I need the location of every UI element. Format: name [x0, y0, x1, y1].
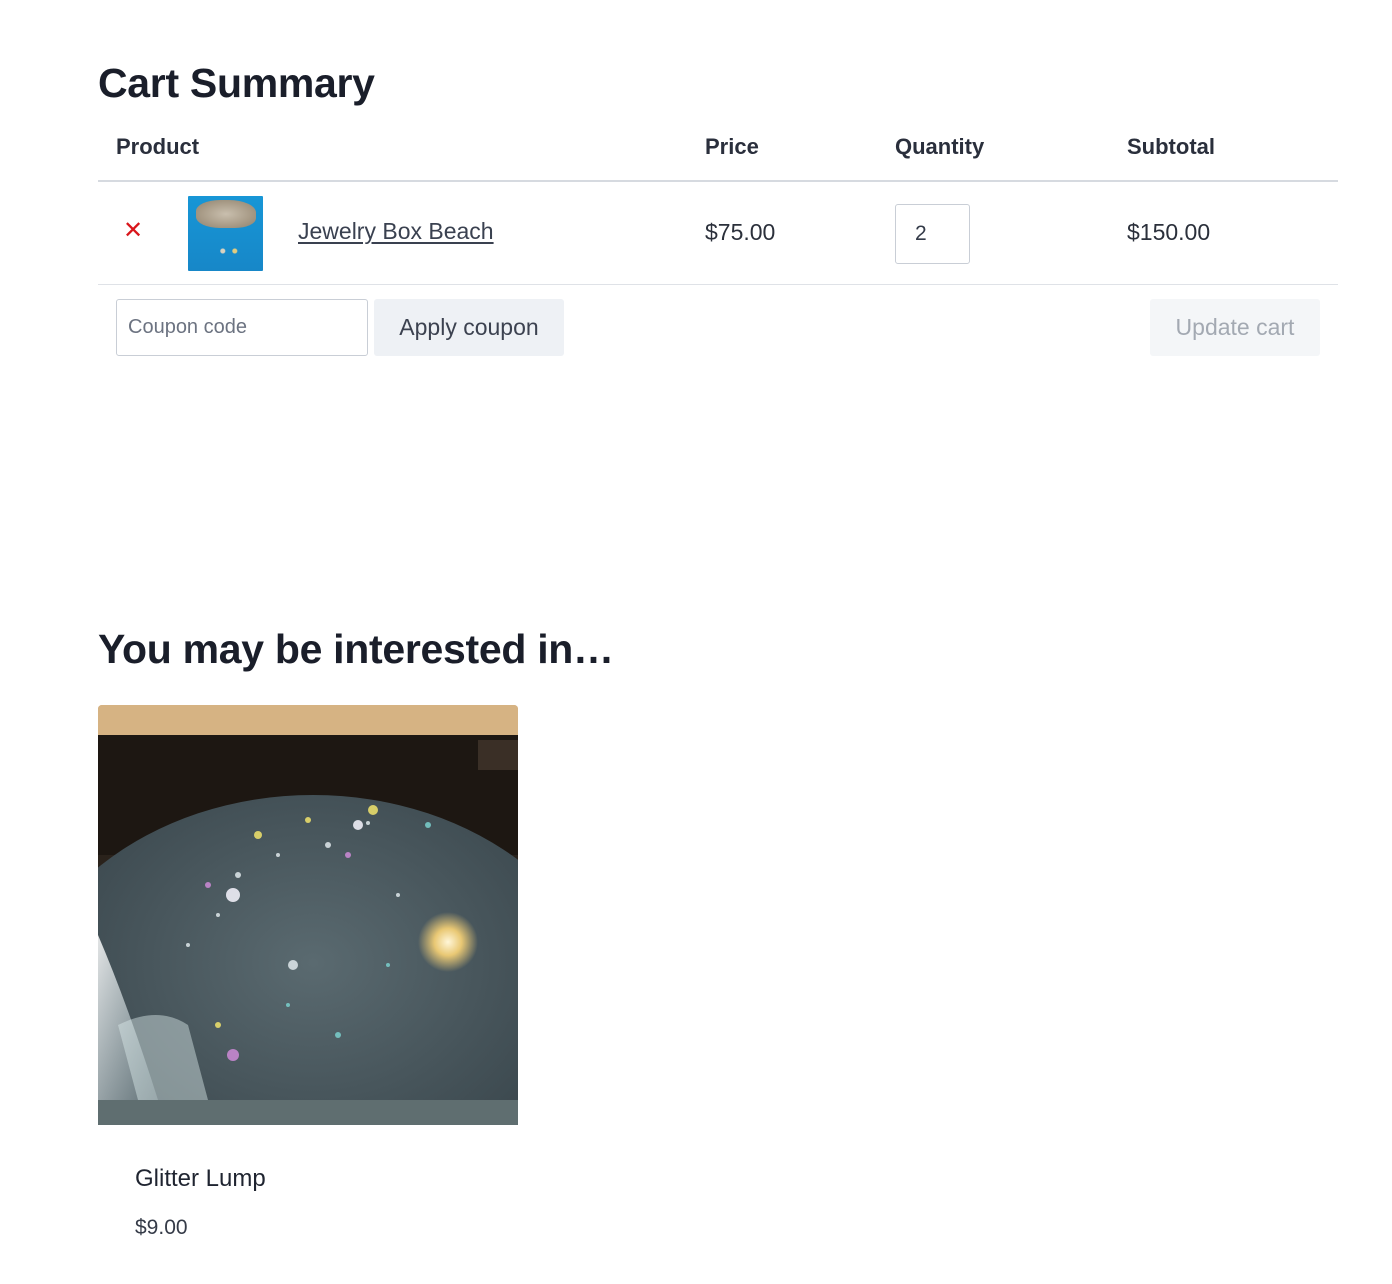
- update-cart-button[interactable]: Update cart: [1150, 299, 1320, 356]
- coupon-code-input[interactable]: [116, 299, 368, 356]
- quantity-input[interactable]: [895, 204, 970, 264]
- column-header-subtotal: Subtotal: [1127, 134, 1215, 159]
- table-row: ✕ Jewelry Box Beach $75.00 $150.00: [98, 182, 1338, 285]
- item-subtotal: $150.00: [1127, 219, 1211, 245]
- apply-coupon-button[interactable]: Apply coupon: [374, 299, 564, 356]
- product-thumbnail[interactable]: [188, 196, 263, 271]
- column-header-price: Price: [705, 134, 759, 159]
- remove-item-button[interactable]: ✕: [123, 217, 145, 244]
- cart-actions: Apply coupon Update cart: [98, 285, 1338, 357]
- related-product-price: $9.00: [135, 1216, 188, 1239]
- related-product-card[interactable]: Glitter Lump $9.00: [98, 705, 518, 1239]
- page-title: Cart Summary: [98, 60, 375, 106]
- item-price: $75.00: [705, 219, 776, 245]
- related-product-name[interactable]: Glitter Lump: [135, 1165, 266, 1193]
- column-header-quantity: Quantity: [895, 134, 985, 159]
- cart-table-header: Product Price Quantity Subtotal: [98, 118, 1338, 182]
- column-header-product: Product: [116, 134, 200, 159]
- cart-table: Product Price Quantity Subtotal ✕ Jewelr…: [98, 118, 1338, 357]
- close-icon: ✕: [123, 217, 144, 244]
- related-products-title: You may be interested in…: [98, 626, 614, 672]
- product-name-link[interactable]: Jewelry Box Beach: [298, 218, 494, 245]
- product-image[interactable]: [98, 705, 518, 1125]
